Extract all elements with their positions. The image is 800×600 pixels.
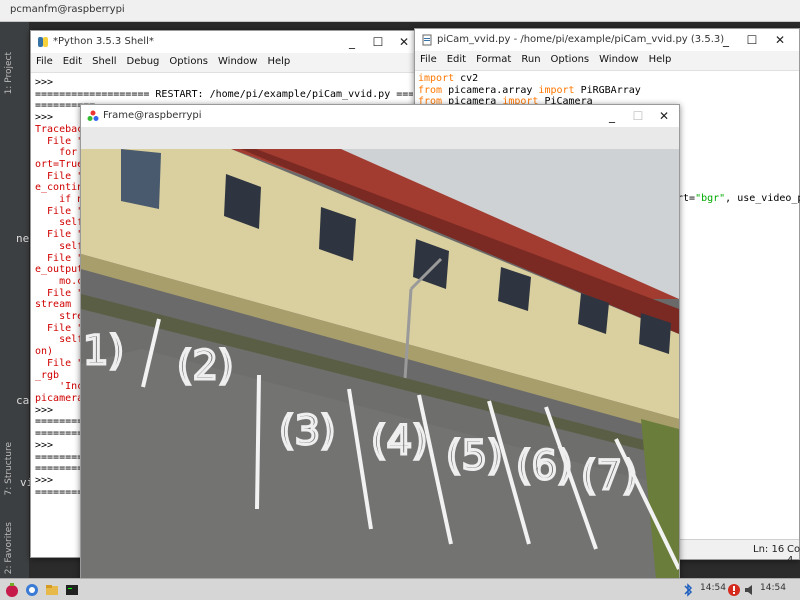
code-token: import <box>418 73 455 84</box>
menu-edit[interactable]: Edit <box>442 51 471 65</box>
menu-run[interactable]: Run <box>516 51 545 65</box>
close-button[interactable]: ✕ <box>651 107 677 125</box>
ide-tab-favorites[interactable]: 2: Favorites <box>4 522 14 574</box>
taskbar: 14:54 14:54 <box>0 578 800 600</box>
volume-icon[interactable] <box>742 582 758 598</box>
bluetooth-icon[interactable] <box>680 582 696 598</box>
python-icon <box>38 37 48 47</box>
menu-file[interactable]: File <box>415 51 442 65</box>
minimize-button[interactable]: _ <box>599 107 625 125</box>
parking-label-2: (2) <box>177 343 234 389</box>
maximize-button[interactable]: ☐ <box>365 33 391 51</box>
shell-titlebar[interactable]: *Python 3.5.3 Shell* _ ☐ ✕ <box>31 31 417 53</box>
frame-window: Frame@raspberrypi _ ☐ ✕ 1) (2) (3) (4) (… <box>80 104 680 580</box>
menu-options[interactable]: Options <box>164 53 213 67</box>
shell-menubar: File Edit Shell Debug Options Window Help <box>31 53 417 73</box>
code-line: from picamera.array import PiRGBArray <box>418 85 796 97</box>
tray-clock: 14:54 <box>700 583 726 593</box>
menu-file[interactable]: File <box>31 53 58 67</box>
menu-shell[interactable]: Shell <box>87 53 121 67</box>
parking-label-5: (5) <box>446 433 503 479</box>
menu-edit[interactable]: Edit <box>58 53 87 67</box>
background-window-title: pcmanfm@raspberrypi <box>10 4 125 15</box>
parking-label-4: (4) <box>371 418 428 464</box>
parking-label-7: (7) <box>581 453 638 499</box>
parking-label-6: (6) <box>516 443 573 489</box>
opencv-icon <box>87 110 99 121</box>
minimize-button[interactable]: _ <box>713 31 739 49</box>
ide-side-panel: 1: Project 7: Structure 2: Favorites <box>0 22 30 578</box>
menu-help[interactable]: Help <box>262 53 295 67</box>
parking-label-3: (3) <box>279 408 336 454</box>
raspberry-menu-icon[interactable] <box>4 582 20 598</box>
menu-help[interactable]: Help <box>644 51 677 65</box>
frame-title: Frame@raspberrypi <box>103 110 202 121</box>
code-token: import <box>538 84 575 96</box>
code-token: PiRGBArray <box>574 84 641 96</box>
ide-text-fragment: ca <box>16 394 30 407</box>
ide-text-fragment: ne <box>16 232 30 245</box>
maximize-button[interactable]: ☐ <box>739 31 765 49</box>
code-token: cv2 <box>454 73 479 84</box>
shell-line: =================== RESTART: /home/pi/ex… <box>35 88 413 100</box>
status-line: Ln: 16 <box>753 544 785 555</box>
shell-title: *Python 3.5.3 Shell* <box>53 36 154 47</box>
terminal-icon[interactable] <box>64 582 80 598</box>
browser-icon[interactable] <box>24 582 40 598</box>
network-warning-icon[interactable] <box>726 582 742 598</box>
background-window-titlebar: pcmanfm@raspberrypi <box>0 0 800 22</box>
ide-tab-project[interactable]: 1: Project <box>4 52 14 94</box>
python-file-icon <box>422 34 432 46</box>
file-manager-icon[interactable] <box>44 582 60 598</box>
clock: 14:54 <box>760 583 786 593</box>
menu-format[interactable]: Format <box>471 51 516 65</box>
frame-titlebar[interactable]: Frame@raspberrypi _ ☐ ✕ <box>81 105 679 127</box>
menu-options[interactable]: Options <box>546 51 595 65</box>
menu-window[interactable]: Window <box>213 53 262 67</box>
parking-label-1: 1) <box>83 328 124 374</box>
menu-window[interactable]: Window <box>594 51 643 65</box>
ide-tab-structure[interactable]: 7: Structure <box>4 442 14 496</box>
status-col: Col: 4 <box>787 544 800 566</box>
camera-frame-image: 1) (2) (3) (4) (5) (6) (7) <box>81 149 679 579</box>
shell-line: >>> <box>35 77 54 88</box>
maximize-button[interactable]: ☐ <box>625 107 651 125</box>
close-button[interactable]: ✕ <box>767 31 793 49</box>
code-line: import cv2 <box>418 73 796 85</box>
frame-toolbar-area <box>81 127 679 149</box>
code-token: picamera.array <box>442 84 539 96</box>
minimize-button[interactable]: _ <box>339 33 365 51</box>
code-token: from <box>418 84 443 96</box>
menu-debug[interactable]: Debug <box>122 53 165 67</box>
editor-title: piCam_vvid.py - /home/pi/example/piCam_v… <box>437 34 725 45</box>
editor-titlebar[interactable]: piCam_vvid.py - /home/pi/example/piCam_v… <box>415 29 799 51</box>
editor-menubar: File Edit Format Run Options Window Help <box>415 51 799 71</box>
editor-code-fragment: rt="bgr", use_video_port= <box>677 193 800 204</box>
parking-lot-photo: 1) (2) (3) (4) (5) (6) (7) <box>81 149 679 579</box>
